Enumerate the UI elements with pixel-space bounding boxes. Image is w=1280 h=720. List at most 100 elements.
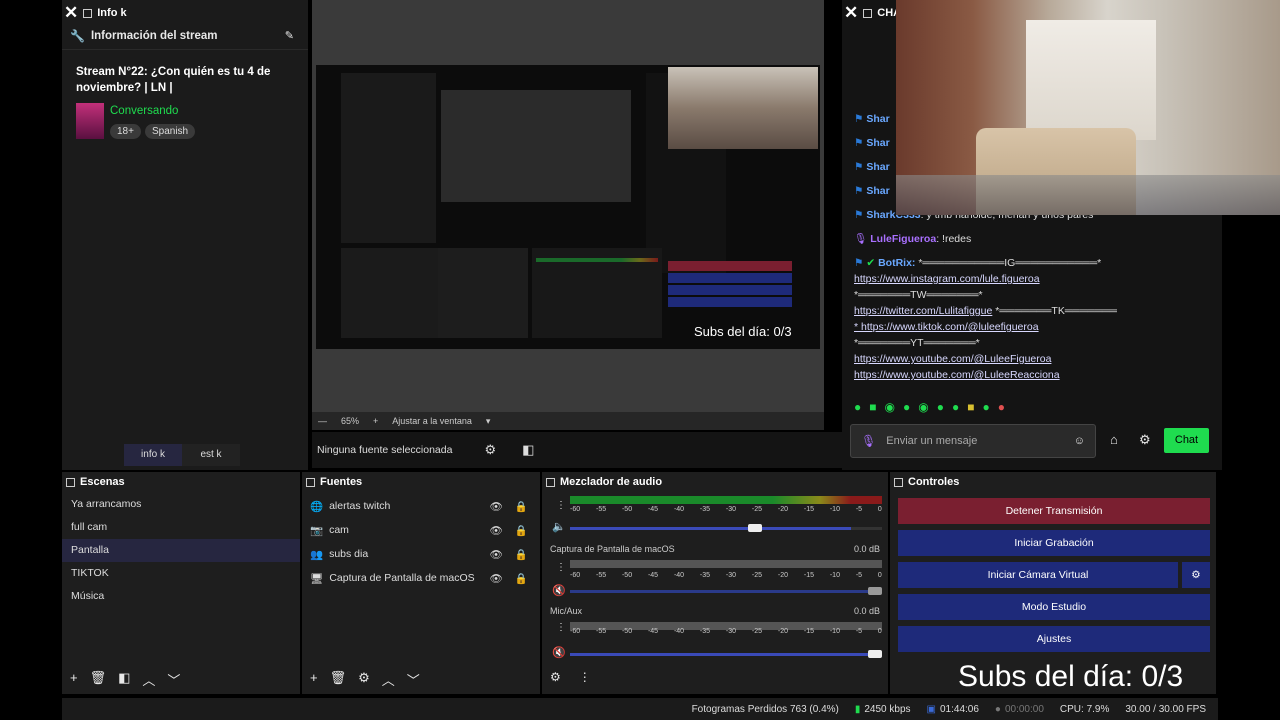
float-icon[interactable] <box>863 8 873 18</box>
emote-icon[interactable]: ◉ <box>885 400 895 414</box>
start-virtual-camera-button[interactable]: Iniciar Cámara Virtual <box>898 562 1178 588</box>
gear-icon[interactable]: ⚙ <box>358 670 370 689</box>
youtube-link[interactable]: https://www.youtube.com/@LuleeReacciona <box>854 367 1214 383</box>
float-icon[interactable] <box>306 477 315 487</box>
settings-button[interactable]: Ajustes <box>898 626 1210 652</box>
float-icon[interactable] <box>66 477 75 487</box>
float-icon[interactable] <box>83 8 93 18</box>
emoji-icon[interactable]: ☺ <box>1074 435 1085 447</box>
chat-message: 🎙 LuleFigueroa: !redes <box>854 233 972 245</box>
emote-icon[interactable]: ■ <box>869 400 876 414</box>
tab-info-k[interactable]: info k <box>124 444 182 466</box>
chat-input-placeholder: Enviar un mensaje <box>886 435 978 447</box>
add-icon[interactable]: + <box>310 670 318 689</box>
speaker-icon[interactable]: 🔈 <box>552 520 566 533</box>
trash-icon[interactable]: 🗑 <box>90 670 107 689</box>
gift-icon[interactable]: ⌂ <box>1110 432 1118 447</box>
eye-icon[interactable]: 👁 <box>490 500 503 513</box>
emote-icon[interactable]: ■ <box>967 400 974 414</box>
menu-dots-icon[interactable]: ⋮ <box>556 500 566 511</box>
source-item[interactable]: 🖥 Captura de Pantalla de macOS 👁 🔒 <box>302 566 540 590</box>
eye-icon[interactable]: 👁 <box>490 548 503 561</box>
float-icon[interactable] <box>894 477 903 487</box>
lock-icon[interactable]: 🔒 <box>515 572 528 585</box>
volume-slider[interactable] <box>570 587 882 595</box>
volume-slider[interactable] <box>570 650 882 658</box>
close-icon[interactable]: ✕ <box>64 3 78 23</box>
youtube-link[interactable]: https://www.youtube.com/@LuleeFigueroa <box>854 351 1214 367</box>
chevron-up-icon[interactable]: ︿ <box>142 670 155 689</box>
scene-item[interactable]: TIKTOK <box>62 562 300 585</box>
emote-icon[interactable]: ◉ <box>918 400 928 414</box>
chevron-down-icon[interactable]: ▾ <box>486 416 491 427</box>
mixer-channel: Mic/Aux 0.0 dB -60 -55 -50 -45 -40 -35 -30 -25 -2… <box>550 606 882 659</box>
lock-icon[interactable]: 🔒 <box>515 524 528 537</box>
instagram-link[interactable]: https://www.instagram.com/lule.figueroa <box>854 271 1214 287</box>
emote-icon[interactable]: ● <box>937 400 944 414</box>
filter-icon[interactable]: ◧ <box>118 670 130 689</box>
speaker-muted-icon[interactable]: 🔇 <box>552 646 566 659</box>
scene-item-selected[interactable]: Pantalla <box>62 539 300 562</box>
chevron-down-icon[interactable]: ﹀ <box>407 670 420 689</box>
tag[interactable]: 18+ <box>110 124 141 139</box>
gear-icon[interactable]: ⚙ <box>484 442 496 458</box>
menu-dots-icon[interactable]: ⋮ <box>579 670 591 684</box>
source-item[interactable]: 👥 subs dia 👁 🔒 <box>302 542 540 566</box>
fit-window-select[interactable]: Ajustar a la ventana <box>392 416 472 426</box>
scene-item[interactable]: full cam <box>62 516 300 539</box>
stop-stream-button[interactable]: Detener Transmisión <box>898 498 1210 524</box>
category-link[interactable]: Conversando <box>110 105 178 117</box>
emote-icon[interactable]: ● <box>952 400 959 414</box>
volume-handle[interactable] <box>868 650 882 658</box>
scene-item[interactable]: Música <box>62 585 300 608</box>
sources-toolbar: + 🗑 ⚙ ︿ ﹀ <box>310 670 420 689</box>
stream-icon: ▣ <box>926 703 936 715</box>
zoom-out-button[interactable]: — <box>318 416 327 426</box>
eye-icon[interactable]: 👁 <box>490 572 503 585</box>
chevron-up-icon[interactable]: ︿ <box>382 670 395 689</box>
zoom-in-button[interactable]: + <box>373 416 378 426</box>
gear-icon[interactable]: ⚙ <box>1182 562 1210 588</box>
start-recording-button[interactable]: Iniciar Grabación <box>898 530 1210 556</box>
no-source-label: Ninguna fuente seleccionada <box>317 444 453 456</box>
source-item[interactable]: 🌐 alertas twitch 👁 🔒 <box>302 494 540 518</box>
filter-icon[interactable]: ◧ <box>522 442 534 458</box>
edit-icon[interactable]: ✎ <box>285 29 294 42</box>
volume-handle[interactable] <box>748 524 762 532</box>
emote-icon[interactable]: ● <box>903 400 910 414</box>
nested-preview <box>441 90 631 202</box>
scenes-header: Escenas <box>62 472 300 492</box>
mixer-dock: Mezclador de audio -60 -55 -50 -45 -40 -35 -30… <box>542 472 888 694</box>
emote-icon[interactable]: ● <box>998 400 1005 414</box>
chevron-down-icon[interactable]: ﹀ <box>167 670 180 689</box>
volume-handle[interactable] <box>868 587 882 595</box>
trash-icon[interactable]: 🗑 <box>330 670 347 689</box>
advanced-audio-icon[interactable]: ⚙ <box>550 670 561 684</box>
preview-canvas[interactable]: Subs del día: 0/3 <box>316 65 820 349</box>
close-icon[interactable]: ✕ <box>844 3 858 23</box>
tab-est-k[interactable]: est k <box>182 444 240 466</box>
lock-icon[interactable]: 🔒 <box>515 500 528 513</box>
mod-badge-icon: ⚑ <box>854 161 864 173</box>
scene-item[interactable]: Ya arrancamos <box>62 493 300 516</box>
chat-send-button[interactable]: Chat <box>1164 428 1209 453</box>
volume-slider[interactable] <box>570 524 882 532</box>
add-icon[interactable]: + <box>70 670 78 689</box>
gear-icon[interactable]: ⚙ <box>1139 432 1151 448</box>
source-item[interactable]: 📷 cam 👁 🔒 <box>302 518 540 542</box>
menu-dots-icon[interactable]: ⋮ <box>556 562 566 573</box>
twitter-link[interactable]: https://twitter.com/Lulitafiggue <box>854 305 992 317</box>
chat-input[interactable]: 🎙 Enviar un mensaje ☺ <box>850 424 1096 458</box>
lock-icon[interactable]: 🔒 <box>515 548 528 561</box>
speaker-muted-icon[interactable]: 🔇 <box>552 584 566 597</box>
emote-icon[interactable]: ● <box>982 400 989 414</box>
menu-dots-icon[interactable]: ⋮ <box>556 622 566 633</box>
sources-dock: Fuentes 🌐 alertas twitch 👁 🔒 📷 cam 👁 🔒 👥 subs d… <box>302 472 540 694</box>
studio-mode-button[interactable]: Modo Estudio <box>898 594 1210 620</box>
tag[interactable]: Spanish <box>144 124 196 139</box>
record-time: 00:00:00 <box>1004 703 1044 715</box>
emote-icon[interactable]: ● <box>854 400 861 414</box>
eye-icon[interactable]: 👁 <box>490 524 503 537</box>
tiktok-link[interactable]: * https://www.tiktok.com/@luleefigueroa <box>854 319 1214 335</box>
float-icon[interactable] <box>546 477 555 487</box>
